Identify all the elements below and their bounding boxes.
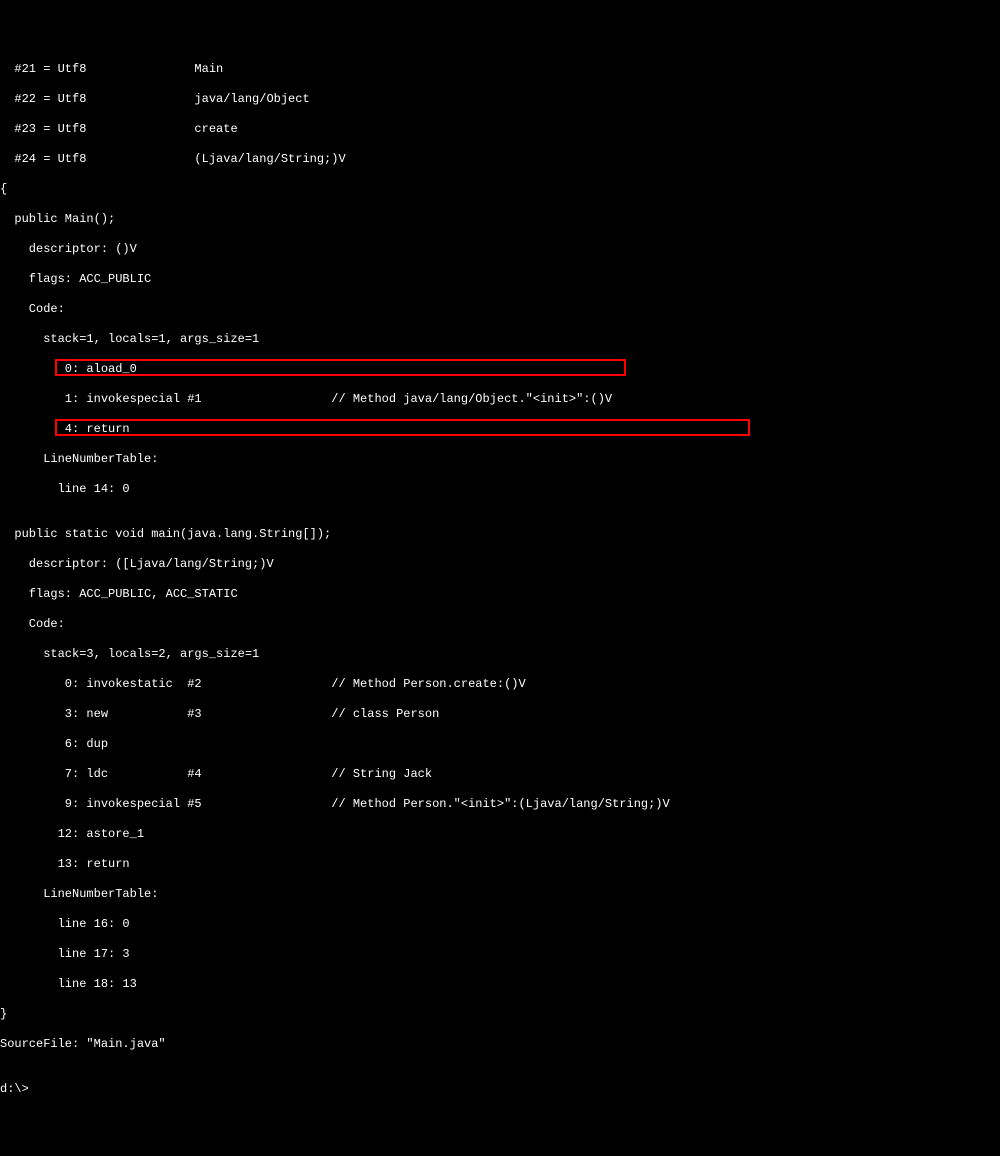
main-signature: public static void main(java.lang.String… (0, 527, 1000, 542)
brace-open: { (0, 182, 1000, 197)
ctor-lnt-14: line 14: 0 (0, 482, 1000, 497)
main-flags: flags: ACC_PUBLIC, ACC_STATIC (0, 587, 1000, 602)
main-instr-13: 13: return (0, 857, 1000, 872)
ctor-instr-4: 4: return (0, 422, 1000, 437)
main-lnt-label: LineNumberTable: (0, 887, 1000, 902)
ctor-instr-0: 0: aload_0 (0, 362, 1000, 377)
source-file: SourceFile: "Main.java" (0, 1037, 1000, 1052)
main-instr-7: 7: ldc #4 // String Jack (0, 767, 1000, 782)
main-instr-9: 9: invokespecial #5 // Method Person."<i… (0, 797, 1000, 812)
main-instr-0: 0: invokestatic #2 // Method Person.crea… (0, 677, 1000, 692)
constant-pool-entry: #24 = Utf8 (Ljava/lang/String;)V (0, 152, 1000, 167)
ctor-stack: stack=1, locals=1, args_size=1 (0, 332, 1000, 347)
brace-close: } (0, 1007, 1000, 1022)
main-lnt-16: line 16: 0 (0, 917, 1000, 932)
main-lnt-18: line 18: 13 (0, 977, 1000, 992)
main-instr-12: 12: astore_1 (0, 827, 1000, 842)
constant-pool-entry: #21 = Utf8 Main (0, 62, 1000, 77)
ctor-instr-1: 1: invokespecial #1 // Method java/lang/… (0, 392, 1000, 407)
constant-pool-entry: #23 = Utf8 create (0, 122, 1000, 137)
ctor-lnt-label: LineNumberTable: (0, 452, 1000, 467)
main-lnt-17: line 17: 3 (0, 947, 1000, 962)
main-instr-3: 3: new #3 // class Person (0, 707, 1000, 722)
constant-pool-entry: #22 = Utf8 java/lang/Object (0, 92, 1000, 107)
main-code-label: Code: (0, 617, 1000, 632)
main-instr-6: 6: dup (0, 737, 1000, 752)
ctor-flags: flags: ACC_PUBLIC (0, 272, 1000, 287)
main-stack: stack=3, locals=2, args_size=1 (0, 647, 1000, 662)
ctor-descriptor: descriptor: ()V (0, 242, 1000, 257)
ctor-signature: public Main(); (0, 212, 1000, 227)
ctor-code-label: Code: (0, 302, 1000, 317)
command-prompt[interactable]: d:\> (0, 1082, 1000, 1097)
main-descriptor: descriptor: ([Ljava/lang/String;)V (0, 557, 1000, 572)
